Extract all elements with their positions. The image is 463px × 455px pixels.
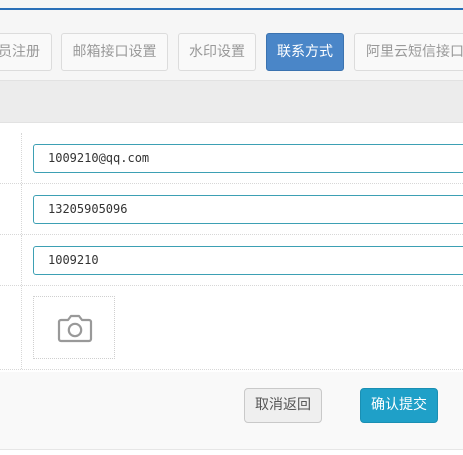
camera-icon (57, 314, 93, 343)
settings-tabs: 员注册 邮箱接口设置 水印设置 联系方式 阿里云短信接口 (0, 10, 463, 80)
form-row-image (0, 286, 463, 370)
field-label-cell (0, 235, 22, 285)
tab-aliyun-sms[interactable]: 阿里云短信接口 (354, 33, 463, 71)
tab-contact-info[interactable]: 联系方式 (266, 33, 344, 71)
tab-watermark-settings[interactable]: 水印设置 (178, 33, 256, 71)
form-row-phone: 13205905096 (0, 184, 463, 235)
field-label-cell (0, 286, 22, 369)
form-row-email: 1009210@qq.com (0, 133, 463, 184)
top-accent-line (0, 0, 463, 10)
form-row-qq: 1009210 (0, 235, 463, 286)
image-upload[interactable] (33, 296, 115, 359)
phone-field[interactable]: 13205905096 (33, 195, 463, 224)
qq-field[interactable]: 1009210 (33, 246, 463, 275)
field-label-cell (0, 184, 22, 234)
cancel-back-button[interactable]: 取消返回 (244, 388, 322, 423)
field-label-cell (0, 133, 22, 183)
email-field[interactable]: 1009210@qq.com (33, 144, 463, 173)
form-actions: 取消返回 确认提交 (0, 372, 463, 450)
tab-member-registration[interactable]: 员注册 (0, 33, 52, 71)
tab-email-settings[interactable]: 邮箱接口设置 (61, 33, 168, 71)
section-header-bar (0, 80, 463, 123)
confirm-submit-button[interactable]: 确认提交 (360, 388, 438, 423)
